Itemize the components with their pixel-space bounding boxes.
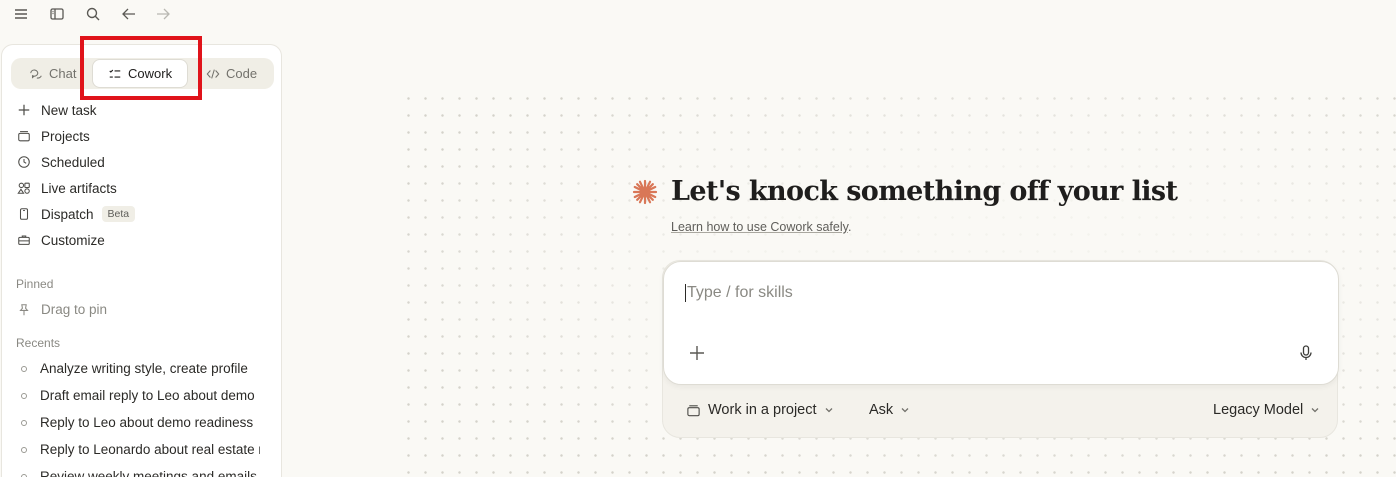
dot-icon	[21, 419, 27, 426]
sidebar-item-label: Customize	[41, 232, 105, 248]
recent-title: Draft email reply to Leo about demo	[40, 388, 255, 403]
drag-to-pin-placeholder: Drag to pin	[17, 302, 107, 317]
menu-icon[interactable]	[11, 4, 31, 24]
sidebar-item-projects[interactable]: Projects	[2, 123, 281, 149]
learn-cowork-link[interactable]: Learn how to use Cowork safely	[671, 220, 848, 234]
mode-select-value: Ask	[869, 402, 894, 418]
tab-code[interactable]: Code	[206, 58, 257, 89]
list-item[interactable]: Review weekly meetings and emails	[2, 463, 260, 477]
recent-title: Reply to Leo about demo readiness	[40, 415, 254, 430]
sidebar-item-scheduled[interactable]: Scheduled	[2, 149, 281, 175]
sidebar-item-live-artifacts[interactable]: Live artifacts	[2, 175, 281, 201]
composer-container: Work in a project Ask Legacy Model	[662, 260, 1339, 439]
highlight-annotation	[80, 36, 202, 100]
phone-icon	[19, 208, 29, 220]
recent-title: Review weekly meetings and emails	[40, 469, 257, 477]
plus-icon	[690, 346, 704, 360]
sidebar-toggle-icon[interactable]	[47, 4, 67, 24]
pinned-heading: Pinned	[16, 277, 54, 291]
chevron-down-icon	[825, 408, 832, 413]
sidebar-nav: New task Projects Scheduled Live artifac…	[2, 97, 281, 253]
microphone-icon	[1300, 345, 1312, 360]
sidebar-item-label: Projects	[41, 128, 90, 144]
dot-icon	[21, 446, 27, 453]
add-attachment-button[interactable]	[688, 344, 706, 362]
search-icon[interactable]	[83, 4, 103, 24]
learn-link-line: Learn how to use Cowork safely.	[671, 220, 851, 234]
model-select[interactable]: Legacy Model	[1213, 402, 1320, 418]
pin-placeholder-label: Drag to pin	[41, 302, 108, 317]
mode-select[interactable]: Ask	[869, 402, 910, 418]
dot-icon	[21, 392, 27, 399]
folder-icon	[18, 131, 30, 142]
sidebar-item-label: New task	[41, 102, 97, 118]
plus-icon	[18, 104, 30, 116]
tab-chat[interactable]: Chat	[29, 58, 76, 89]
composer-options: Work in a project Ask Legacy Model	[663, 385, 1339, 439]
sidebar: Chat Cowork Code New task Projects Sched…	[1, 44, 282, 477]
composer	[663, 261, 1339, 385]
dot-icon	[21, 473, 27, 477]
list-item[interactable]: Reply to Leonardo about real estate m	[2, 436, 260, 463]
tab-code-label: Code	[226, 66, 258, 81]
learn-link-period: .	[847, 220, 852, 234]
project-button-label: Work in a project	[708, 402, 817, 418]
list-item[interactable]: Reply to Leo about demo readiness	[2, 409, 260, 436]
sidebar-item-label: Live artifacts	[41, 180, 117, 196]
sidebar-item-label: Scheduled	[41, 154, 105, 170]
work-in-project-button[interactable]: Work in a project	[686, 402, 834, 418]
model-select-value: Legacy Model	[1213, 402, 1304, 418]
sidebar-item-customize[interactable]: Customize	[2, 227, 281, 253]
chat-bubbles-icon	[30, 69, 42, 79]
recent-title: Analyze writing style, create profile	[40, 361, 248, 376]
briefcase-icon	[18, 235, 30, 245]
sparkle-logo-icon	[632, 179, 658, 204]
chevron-down-icon	[901, 408, 909, 413]
sidebar-item-dispatch[interactable]: Dispatch Beta	[2, 201, 281, 227]
sidebar-item-new-task[interactable]: New task	[2, 97, 281, 123]
list-item[interactable]: Draft email reply to Leo about demo	[2, 382, 260, 409]
hero-heading: Let's knock something off your list	[631, 176, 1178, 207]
page-title: Let's knock something off your list	[671, 176, 1178, 207]
prompt-input[interactable]	[685, 284, 1285, 302]
recent-title: Reply to Leonardo about real estate m	[40, 442, 260, 457]
dot-icon	[21, 365, 27, 372]
recents-list: Analyze writing style, create profile Dr…	[2, 355, 281, 477]
pin-icon	[19, 303, 29, 315]
tab-chat-label: Chat	[49, 66, 77, 81]
top-toolbar	[0, 0, 200, 28]
beta-badge: Beta	[101, 206, 136, 222]
chevron-down-icon	[1311, 408, 1319, 413]
code-brackets-icon	[206, 68, 220, 79]
list-item[interactable]: Analyze writing style, create profile	[2, 355, 260, 382]
microphone-button[interactable]	[1297, 344, 1315, 362]
recents-heading: Recents	[16, 336, 61, 350]
back-arrow-icon[interactable]	[119, 4, 139, 24]
sidebar-item-label: Dispatch	[41, 206, 94, 222]
folder-icon	[687, 404, 700, 416]
shapes-icon	[17, 182, 30, 194]
forward-arrow-icon[interactable]	[153, 4, 173, 24]
clock-icon	[18, 156, 30, 168]
